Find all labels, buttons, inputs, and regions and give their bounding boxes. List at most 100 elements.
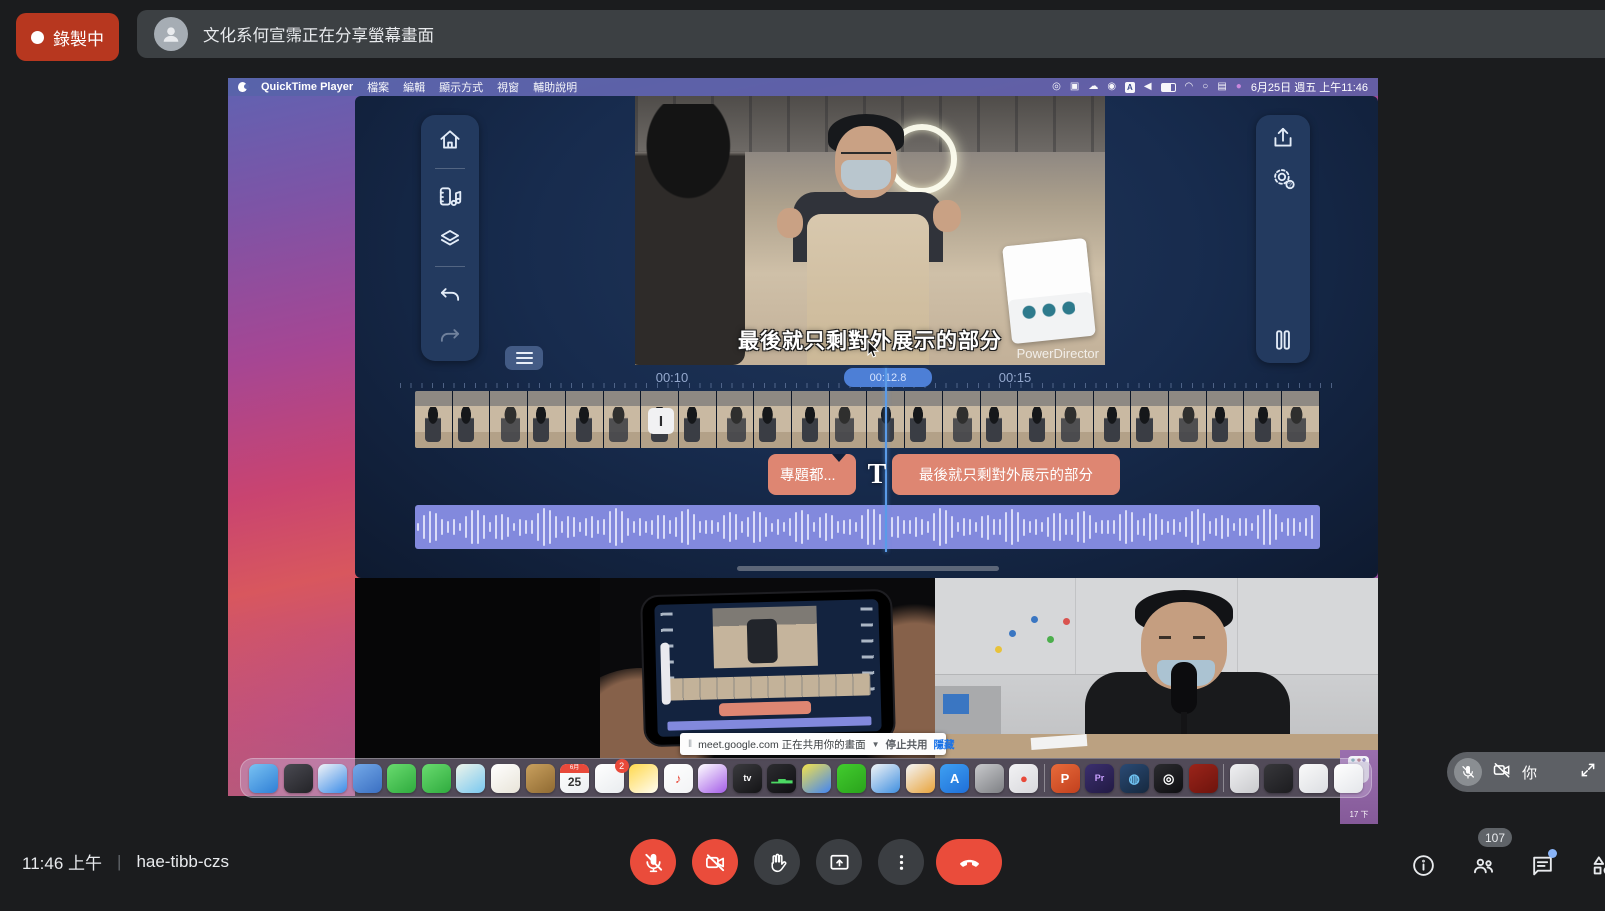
waveform-bar [795,512,797,543]
meeting-clock: 11:46 上午 [22,849,102,874]
waveform-bar [813,522,815,533]
waveform-bar [1011,509,1013,546]
waveform-bar [669,520,671,534]
self-view-tile[interactable]: 你 [1447,752,1605,792]
raise-hand-button[interactable] [754,839,800,885]
filmstrip-frame [415,391,453,448]
preview-person-mask [841,160,891,190]
waveform-bar [735,514,737,541]
waveform-bar [855,522,857,531]
waveform-bar [447,521,449,533]
menubar-volume-icon: ◀ [1144,82,1152,92]
shared-screen-video[interactable]: QuickTime Player 檔案編輯顯示方式視窗輔助說明 ◎▣☁◉A◀◠○… [228,78,1378,796]
waveform-bar [1047,517,1049,536]
waveform-bar [993,519,995,536]
waveform-bar [555,516,557,537]
dock-powerpoint-icon: P [1051,764,1080,793]
waveform-bar [435,513,437,541]
waveform-bar [1233,523,1235,532]
waveform-bar [717,522,719,533]
waveform-bar [987,515,989,540]
waveform-bar [789,518,791,536]
activities-button[interactable] [1590,853,1605,878]
waveform-bar [1215,518,1217,536]
phone-editor-preview [712,606,818,669]
waveform-bar [675,517,677,536]
expand-icon[interactable] [1579,761,1597,784]
waveform-bar [699,521,701,534]
waveform-bar [561,521,563,532]
waveform-bar [1059,513,1061,541]
dock-maps-icon [456,764,485,793]
menubar-line-icon: ▣ [1070,82,1079,92]
waveform-bar [723,515,725,539]
mic-off-button[interactable] [630,839,676,885]
pause-icon [1270,327,1296,353]
waveform-bar [1257,515,1259,539]
waveform-bar [657,515,659,540]
dock-acrobat-icon [1189,764,1218,793]
filmstrip-frame [717,391,755,448]
phone-editor-filmstrip [666,673,871,700]
google-meet-window: 錄製中 文化系何宣霈正在分享螢幕畫面 QuickTime Player 檔案編輯… [0,0,1605,911]
dock-divider [1223,764,1224,792]
waveform-bar [543,508,545,545]
menubar-display-icon: ▤ [1217,82,1226,92]
more-options-button[interactable] [878,839,924,885]
meeting-details-button[interactable] [1411,853,1436,878]
end-call-button[interactable] [936,839,1002,885]
waveform-bar [915,517,917,537]
menubar-menus: 檔案編輯顯示方式視窗輔助說明 [367,79,577,95]
self-camera-off-icon [1492,760,1512,785]
chrome-share-notice: ‖ meet.google.com 正在共用你的畫面 ▼ 停止共用 隱藏 [680,733,946,755]
waveform-bar [729,512,731,543]
waveform-bar [1023,519,1025,536]
filmstrip-frame [943,391,981,448]
text-tool-icon: T [864,456,890,494]
waveform-bar [1113,520,1115,534]
mouse-cursor [867,340,880,358]
dock-safari-icon [318,764,347,793]
dock-podcasts-icon [698,764,727,793]
waveform-bar [837,521,839,533]
filmstrip-frame [754,391,792,448]
participants-button[interactable] [1471,853,1496,878]
dock-system-preferences-icon [975,764,1004,793]
waveform-bar [1149,513,1151,541]
desk [935,734,1378,758]
dock-printer-icon [1230,764,1259,793]
dock-obs-icon: ◎ [1154,764,1183,793]
waveform-bar [651,520,653,535]
waveform-bar [1305,518,1307,536]
waveform-bar [693,514,695,541]
divider: | [117,852,121,872]
filmstrip-frame [679,391,717,448]
dock-launchpad-icon [284,764,313,793]
waveform-bar [933,513,935,541]
dock-photos-icon [491,764,520,793]
menubar-siri-icon: ● [1236,82,1242,92]
dock-keynote-icon [871,764,900,793]
menubar-app-name: QuickTime Player [261,81,353,93]
dock-mail-icon [353,764,382,793]
layers-icon [437,225,463,251]
waveform-bar [633,521,635,534]
waveform-bar [1197,509,1199,546]
waveform-bar [1287,518,1289,536]
waveform-bar [873,509,875,545]
waveform-bar [831,515,833,539]
waveform-bar [465,516,467,539]
present-screen-button[interactable] [816,839,862,885]
waveform-bar [489,522,491,532]
waveform-bar [1119,514,1121,541]
dock-quicktime-icon: ● [1009,764,1038,793]
hide-button: 隱藏 [934,737,955,752]
pause-glyph-icon: ‖ [688,739,692,750]
dock-premiere-icon: Pr [1085,764,1114,793]
waveform-bar [453,519,455,534]
camera-off-button[interactable] [692,839,738,885]
waveform-bar [897,516,899,539]
waveform-bar [1065,519,1067,535]
filmstrip-frame [1169,391,1207,448]
waveform-bar [1227,518,1229,537]
